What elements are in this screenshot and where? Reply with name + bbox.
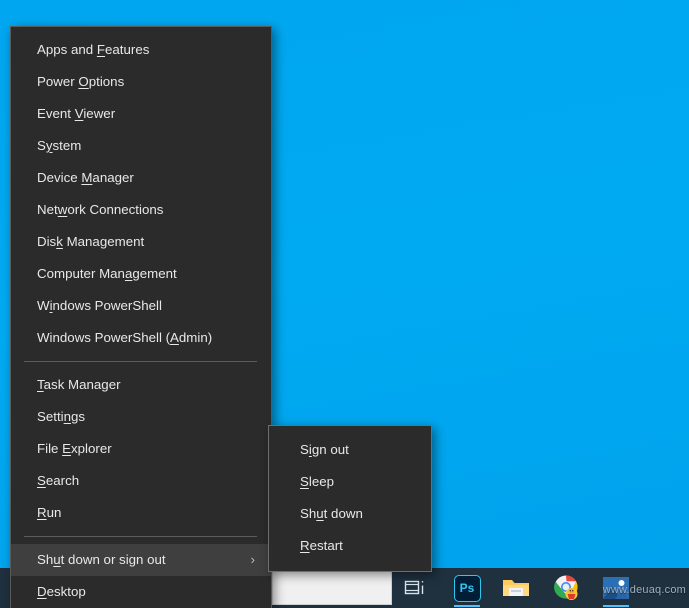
submenu-item-sign-out[interactable]: Sign out	[269, 434, 431, 466]
menu-item-task-manager[interactable]: Task Manager	[11, 369, 271, 401]
photoshop-icon: Ps	[453, 574, 481, 602]
menu-item-label: Event Viewer	[37, 106, 116, 121]
photoshop-running-indicator	[454, 605, 480, 607]
photoshop-button[interactable]: Ps	[447, 568, 487, 608]
file-explorer-icon	[503, 580, 529, 596]
menu-item-label: Run	[37, 505, 62, 520]
menu-item-label: Network Connections	[37, 202, 164, 217]
task-view-icon	[404, 580, 424, 595]
submenu-item-sleep[interactable]: Sleep	[269, 466, 431, 498]
menu-item-device-manager[interactable]: Device Manager	[11, 162, 271, 194]
menu-item-network-connections[interactable]: Network Connections	[11, 194, 271, 226]
menu-item-label: Shut down	[300, 506, 363, 521]
chrome-button[interactable]	[547, 568, 587, 608]
menu-item-label: Sign out	[300, 442, 349, 457]
menu-separator-2	[24, 536, 257, 537]
menu-item-label: Task Manager	[37, 377, 121, 392]
menu-item-label: Device Manager	[37, 170, 134, 185]
menu-item-settings[interactable]: Settings	[11, 401, 271, 433]
menu-item-windows-powershell-admin[interactable]: Windows PowerShell (Admin)	[11, 322, 271, 354]
menu-item-file-explorer[interactable]: File Explorer	[11, 433, 271, 465]
chrome-icon	[554, 575, 578, 600]
shut-down-submenu: Sign out Sleep Shut down Restart	[268, 425, 432, 572]
task-view-button[interactable]	[396, 568, 436, 608]
menu-item-label: Apps and Features	[37, 42, 150, 57]
menu-item-label: Search	[37, 473, 80, 488]
menu-separator-1	[24, 361, 257, 362]
menu-item-label: Computer Management	[37, 266, 177, 281]
menu-item-label: System	[37, 138, 82, 153]
menu-item-event-viewer[interactable]: Event Viewer	[11, 98, 271, 130]
menu-item-label: Restart	[300, 538, 343, 553]
menu-item-label: Disk Management	[37, 234, 145, 249]
menu-item-label: Settings	[37, 409, 86, 424]
menu-item-search[interactable]: Search	[11, 465, 271, 497]
menu-item-desktop[interactable]: Desktop	[11, 576, 271, 608]
submenu-item-shut-down[interactable]: Shut down	[269, 498, 431, 530]
menu-group-session: Shut down or sign out › Desktop	[11, 544, 271, 608]
menu-item-power-options[interactable]: Power Options	[11, 66, 271, 98]
chevron-right-icon: ›	[250, 552, 255, 567]
menu-item-label: Shut down or sign out	[37, 552, 166, 567]
photos-running-indicator	[603, 605, 629, 607]
menu-item-label: Desktop	[37, 584, 86, 599]
menu-item-run[interactable]: Run	[11, 497, 271, 529]
taskbar-search-input[interactable]	[272, 571, 392, 605]
menu-group-system-tools: Apps and Features Power Options Event Vi…	[11, 34, 271, 354]
menu-item-label: Windows PowerShell (Admin)	[37, 330, 213, 345]
site-watermark: www.deuaq.com	[602, 584, 686, 596]
menu-item-label: Windows PowerShell	[37, 298, 162, 313]
menu-item-label: Power Options	[37, 74, 125, 89]
menu-item-computer-management[interactable]: Computer Management	[11, 258, 271, 290]
menu-item-disk-management[interactable]: Disk Management	[11, 226, 271, 258]
file-explorer-button[interactable]	[496, 568, 536, 608]
power-user-menu: Apps and Features Power Options Event Vi…	[10, 26, 272, 608]
menu-item-shut-down-or-sign-out[interactable]: Shut down or sign out ›	[11, 544, 271, 576]
menu-item-label: Sleep	[300, 474, 335, 489]
menu-item-windows-powershell[interactable]: Windows PowerShell	[11, 290, 271, 322]
menu-item-system[interactable]: System	[11, 130, 271, 162]
menu-item-label: File Explorer	[37, 441, 112, 456]
menu-group-utilities: Task Manager Settings File Explorer Sear…	[11, 369, 271, 529]
submenu-item-restart[interactable]: Restart	[269, 530, 431, 562]
menu-item-apps-and-features[interactable]: Apps and Features	[11, 34, 271, 66]
